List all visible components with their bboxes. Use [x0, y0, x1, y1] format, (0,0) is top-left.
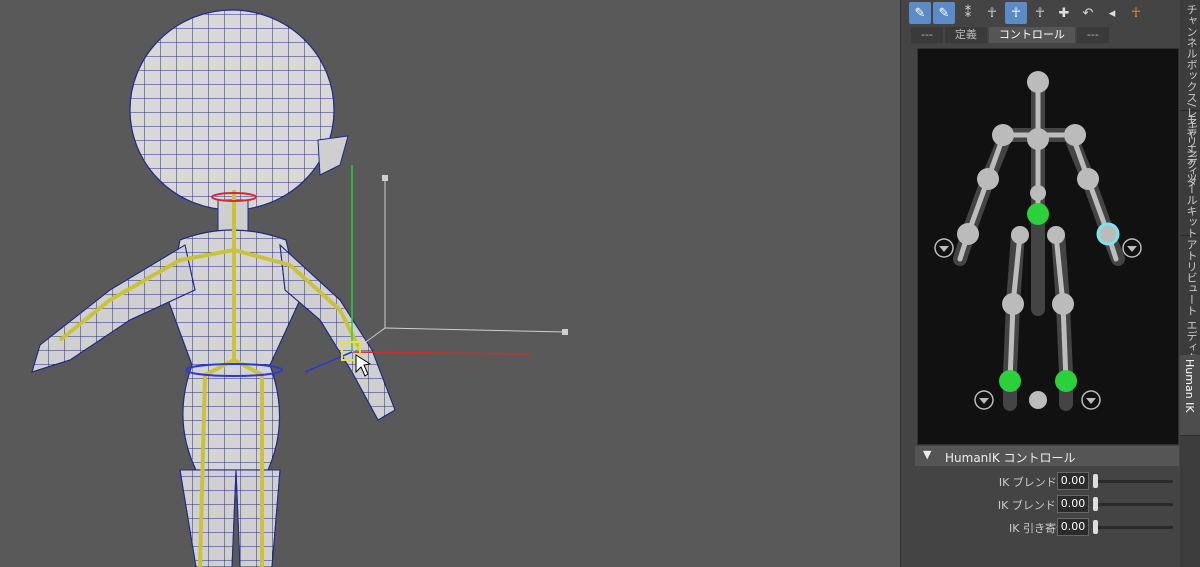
- tab-modeling-toolkit[interactable]: モデリング ツールキット: [1180, 110, 1200, 239]
- character-controls-view[interactable]: [917, 48, 1179, 445]
- tab-left-placeholder[interactable]: ---: [911, 27, 943, 43]
- viewport-3d[interactable]: [0, 0, 900, 567]
- hik-tab-bar: --- 定義 コントロール ---: [911, 27, 1109, 43]
- right-knee-effector[interactable]: [1052, 293, 1074, 315]
- ik-pull-row: IK 引き寄せ 0.00: [915, 517, 1179, 537]
- tab-human-ik[interactable]: Human IK: [1180, 355, 1200, 436]
- ik-blend-r-row: IK ブレンド R 0.00: [915, 494, 1179, 514]
- head-effector[interactable]: [1027, 71, 1049, 93]
- left-wrist-effector[interactable]: [957, 223, 979, 245]
- hips-effector[interactable]: [1027, 203, 1049, 225]
- tab-channel-box[interactable]: チャンネルボックス/レイヤ エディタ: [1180, 0, 1200, 187]
- left-shoulder-effector[interactable]: [992, 124, 1014, 146]
- spine-icon[interactable]: ⁑: [957, 2, 979, 24]
- undo-figure-icon[interactable]: ↶: [1077, 2, 1099, 24]
- left-knee-effector[interactable]: [1002, 293, 1024, 315]
- figure-icon[interactable]: ☥: [1029, 2, 1051, 24]
- hik-toolbar: ✎ ✎ ⁑ ☥ ☥ ☥ ✚ ↶ ◂ ☥: [909, 2, 1147, 26]
- triangle-down-icon[interactable]: ▼: [923, 448, 931, 461]
- ik-pull-field[interactable]: 0.00: [1057, 518, 1089, 536]
- ik-blend-t-track[interactable]: [1093, 480, 1173, 483]
- right-elbow-effector[interactable]: [1077, 168, 1099, 190]
- ik-blend-t-field[interactable]: 0.00: [1057, 472, 1089, 490]
- character-icon[interactable]: ☥: [1125, 2, 1147, 24]
- chest-effector[interactable]: [1027, 128, 1049, 150]
- ik-pull-track[interactable]: [1093, 526, 1173, 529]
- pin-icon[interactable]: ◂: [1101, 2, 1123, 24]
- right-wrist-effector[interactable]: [1096, 222, 1120, 246]
- key-figure-icon[interactable]: ✚: [1053, 2, 1075, 24]
- ik-blend-t-slider[interactable]: [1093, 474, 1098, 488]
- human-ik-panel: ✎ ✎ ⁑ ☥ ☥ ☥ ✚ ↶ ◂ ☥ --- 定義 コントロール --- ▼ …: [900, 0, 1181, 567]
- left-elbow-effector[interactable]: [977, 168, 999, 190]
- legs-mesh: [179, 469, 281, 567]
- section-title: HumanIK コントロール: [945, 451, 1076, 465]
- right-ankle-effector[interactable]: [1055, 370, 1077, 392]
- left-ankle-effector[interactable]: [999, 370, 1021, 392]
- side-tab-strip: チャンネルボックス/レイヤ エディタ モデリング ツールキット アトリビュート …: [1180, 0, 1200, 567]
- humanik-controls-section[interactable]: ▼ HumanIK コントロール: [915, 446, 1179, 466]
- figure-icon[interactable]: ☥: [981, 2, 1003, 24]
- ik-blend-r-slider[interactable]: [1093, 497, 1098, 511]
- ik-blend-r-track[interactable]: [1093, 503, 1173, 506]
- pencil-icon[interactable]: ✎: [933, 2, 955, 24]
- head-mesh: [129, 9, 349, 211]
- spine-effector[interactable]: [1030, 185, 1046, 201]
- tab-controls[interactable]: コントロール: [988, 27, 1075, 43]
- ik-pull-slider[interactable]: [1093, 520, 1098, 534]
- right-hip-effector[interactable]: [1047, 226, 1065, 244]
- ik-blend-r-field[interactable]: 0.00: [1057, 495, 1089, 513]
- character-wireframe-model[interactable]: [0, 0, 900, 567]
- tab-definition[interactable]: 定義: [944, 27, 987, 43]
- tab-attribute-editor[interactable]: アトリビュート エディタ: [1180, 235, 1200, 364]
- floor-effector[interactable]: [1029, 391, 1047, 409]
- ik-blend-t-row: IK ブレンド T 0.00: [915, 471, 1179, 491]
- figure-selected-icon[interactable]: ☥: [1005, 2, 1027, 24]
- right-shoulder-effector[interactable]: [1064, 124, 1086, 146]
- pencil-icon[interactable]: ✎: [909, 2, 931, 24]
- tab-right-placeholder[interactable]: ---: [1076, 27, 1109, 43]
- left-hip-effector[interactable]: [1011, 226, 1029, 244]
